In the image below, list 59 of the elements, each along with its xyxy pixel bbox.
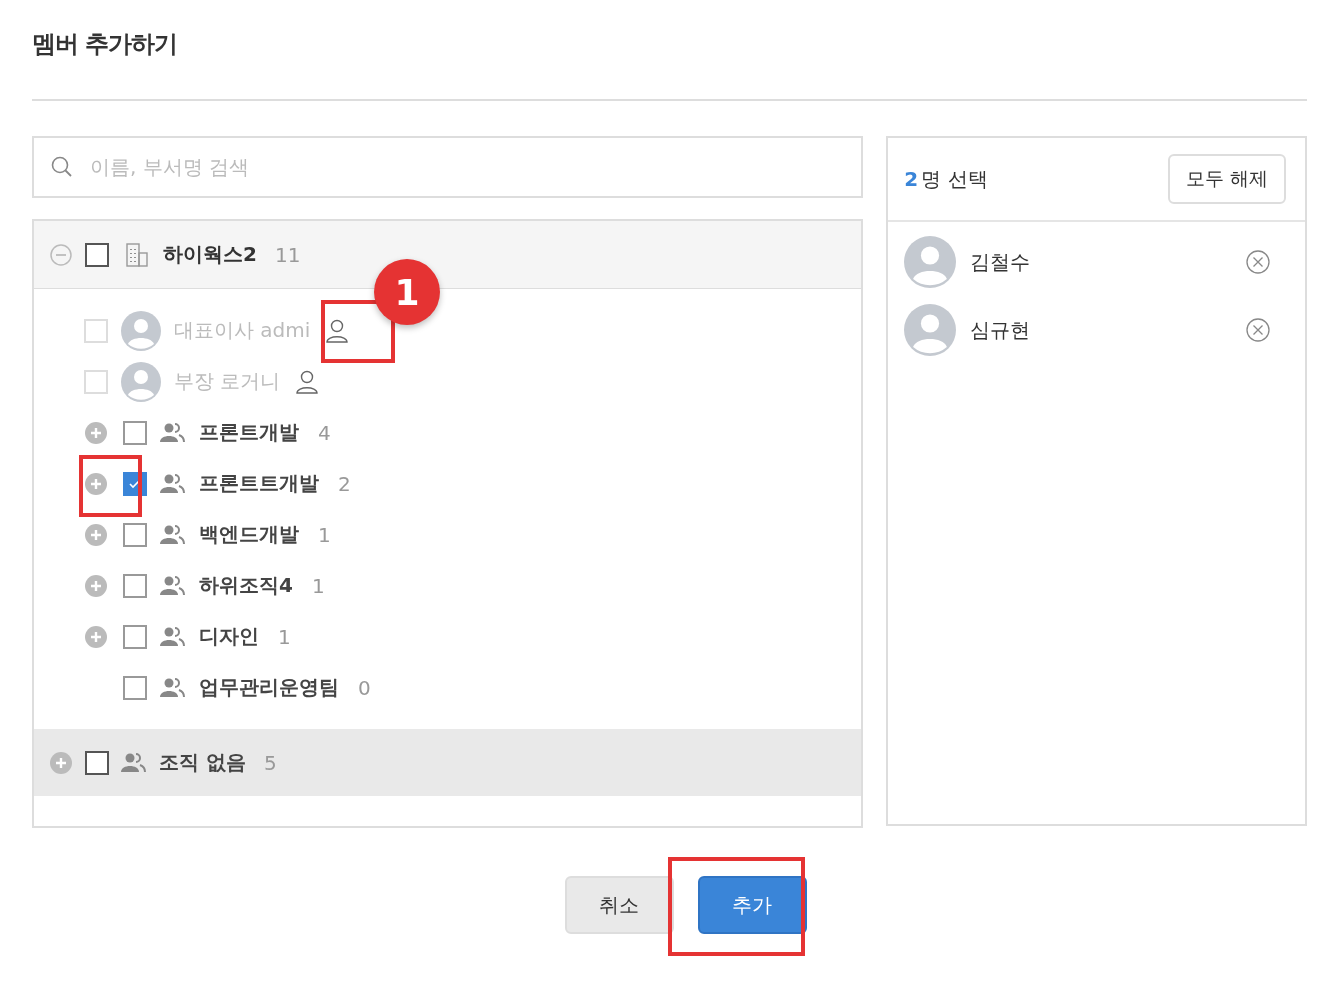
checkbox[interactable]	[85, 242, 109, 267]
member-count: 1	[318, 522, 331, 547]
member-count: 1	[278, 624, 291, 649]
member-count: 1	[311, 573, 325, 598]
group-icon	[160, 472, 186, 495]
collapse-icon[interactable]	[49, 242, 73, 267]
member-name: 대표이사 admi	[174, 317, 311, 344]
checkbox[interactable]	[123, 420, 147, 445]
cancel-button[interactable]: 취소	[564, 876, 674, 934]
checkbox[interactable]	[123, 573, 147, 598]
member-count: 2	[338, 471, 351, 496]
checkbox[interactable]	[85, 750, 109, 775]
group-icon	[160, 676, 186, 699]
person-icon	[325, 317, 350, 344]
expand-icon[interactable]	[84, 522, 108, 547]
avatar-icon	[121, 361, 161, 402]
avatar-icon	[904, 304, 957, 356]
dialog-title: 멤버 추가하기	[32, 29, 179, 60]
group-icon	[160, 574, 186, 597]
checkbox[interactable]	[123, 624, 147, 649]
group-icon	[160, 523, 186, 546]
member-name: 부장 로거니	[174, 368, 281, 395]
avatar-icon	[904, 236, 957, 288]
person-icon	[295, 368, 320, 395]
member-name: 심규현	[970, 316, 1032, 344]
group-icon	[160, 625, 186, 648]
search-icon	[50, 155, 74, 179]
member-count: 4	[318, 420, 331, 445]
department-name: 하위조직4	[199, 572, 293, 599]
expand-icon[interactable]	[49, 750, 73, 775]
member-count: 0	[358, 675, 371, 700]
group-name: 조직 없음	[159, 749, 246, 776]
group-icon	[160, 421, 186, 444]
avatar-icon	[121, 310, 161, 351]
selection-count: 2 명 선택	[904, 165, 988, 193]
department-name: 업무관리운영팀	[199, 674, 339, 701]
clear-all-button[interactable]: 모두 해제	[1167, 154, 1286, 204]
group-icon	[121, 751, 147, 774]
expand-icon[interactable]	[84, 624, 108, 649]
checkbox[interactable]	[123, 675, 147, 700]
expand-icon[interactable]	[84, 573, 108, 598]
organization-name: 하이웍스2	[163, 241, 257, 268]
remove-icon[interactable]	[1245, 249, 1271, 275]
highlight-frame	[79, 455, 142, 517]
checkbox[interactable]	[123, 522, 147, 547]
add-button[interactable]: 추가	[697, 876, 807, 934]
member-count: 11	[274, 242, 301, 267]
expand-icon[interactable]	[84, 420, 108, 445]
department-name: 디자인	[199, 623, 259, 650]
department-name: 프론트개발	[199, 419, 299, 446]
tree-group-row[interactable]: 조직 없음 5	[34, 729, 862, 796]
department-name: 백엔드개발	[199, 521, 299, 548]
search-field[interactable]: 이름, 부서명 검색	[32, 136, 864, 198]
expand-icon[interactable]	[84, 471, 108, 496]
building-icon	[125, 241, 149, 268]
member-count: 5	[263, 750, 277, 775]
department-name: 프론트트개발	[199, 470, 319, 497]
remove-icon[interactable]	[1245, 317, 1271, 343]
member-name: 김철수	[970, 248, 1032, 276]
